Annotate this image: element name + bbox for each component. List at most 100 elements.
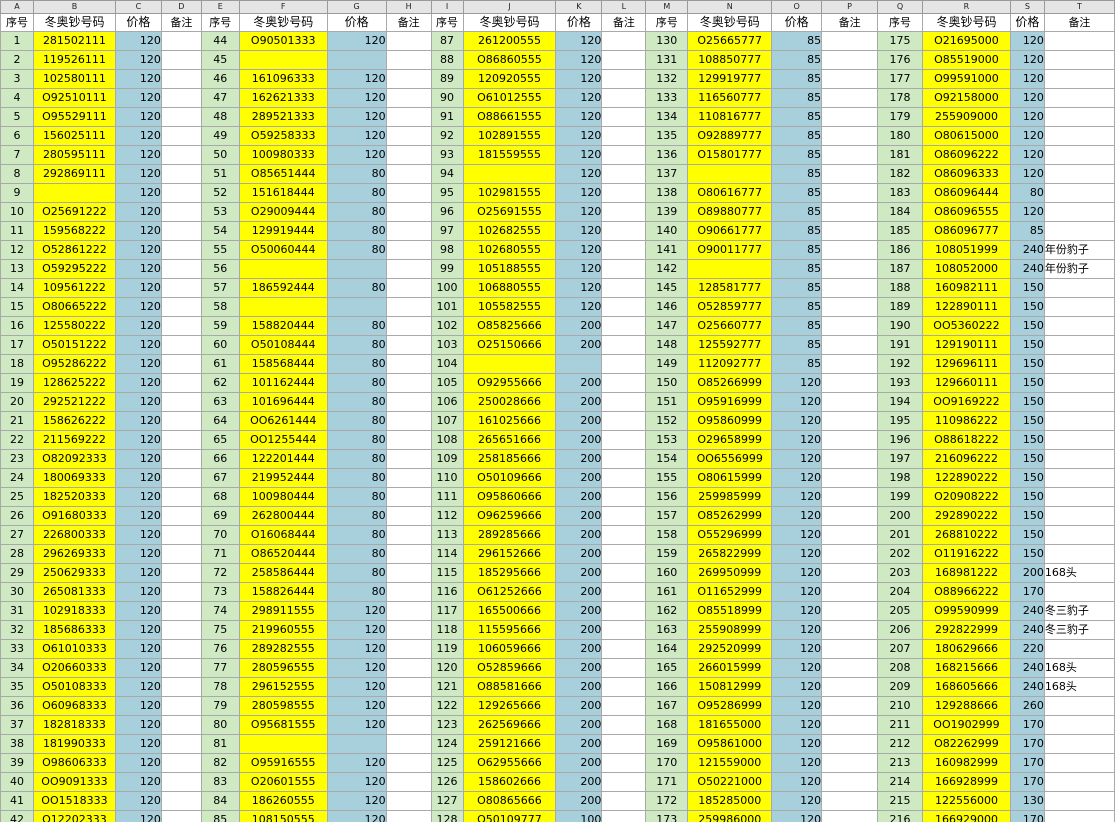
- serial-cell[interactable]: 151: [645, 392, 689, 412]
- serial-cell[interactable]: 76: [200, 639, 240, 659]
- banknote-number-cell[interactable]: 261200555: [462, 31, 557, 51]
- serial-cell[interactable]: 12: [0, 240, 34, 260]
- price-cell[interactable]: 120: [555, 107, 603, 127]
- serial-cell[interactable]: 110: [430, 468, 464, 488]
- banknote-number-cell[interactable]: 168215666: [921, 658, 1011, 678]
- serial-cell[interactable]: 141: [645, 240, 689, 260]
- banknote-number-cell[interactable]: 101696444: [238, 392, 328, 412]
- serial-cell[interactable]: 190: [877, 316, 923, 336]
- serial-cell[interactable]: 197: [877, 449, 923, 469]
- price-cell[interactable]: 150: [1009, 430, 1045, 450]
- price-cell[interactable]: 120: [114, 620, 162, 640]
- column-header[interactable]: 价格: [1009, 13, 1045, 32]
- serial-cell[interactable]: 2: [0, 50, 34, 70]
- note-cell[interactable]: [821, 202, 879, 222]
- banknote-number-cell[interactable]: 185295666: [462, 563, 557, 583]
- price-cell[interactable]: 80: [326, 354, 387, 374]
- note-cell[interactable]: [385, 145, 432, 165]
- price-cell[interactable]: 120: [326, 715, 387, 735]
- banknote-number-cell[interactable]: O92158000: [921, 88, 1011, 108]
- column-header[interactable]: 冬奥钞号码: [687, 13, 773, 32]
- note-cell[interactable]: [821, 696, 879, 716]
- serial-cell[interactable]: 61: [200, 354, 240, 374]
- column-letter[interactable]: L: [601, 0, 647, 14]
- column-letter[interactable]: H: [385, 0, 432, 14]
- price-cell[interactable]: 80: [326, 411, 387, 431]
- serial-cell[interactable]: 154: [645, 449, 689, 469]
- serial-cell[interactable]: 24: [0, 468, 34, 488]
- price-cell[interactable]: 200: [555, 487, 603, 507]
- note-cell[interactable]: [385, 335, 432, 355]
- note-cell[interactable]: [385, 449, 432, 469]
- banknote-number-cell[interactable]: 280595111: [32, 145, 116, 165]
- banknote-number-cell[interactable]: [462, 164, 557, 184]
- note-cell[interactable]: [601, 145, 647, 165]
- serial-cell[interactable]: 63: [200, 392, 240, 412]
- serial-cell[interactable]: 89: [430, 69, 464, 89]
- price-cell[interactable]: 120: [114, 183, 162, 203]
- note-cell[interactable]: [1043, 145, 1115, 165]
- banknote-number-cell[interactable]: O16068444: [238, 525, 328, 545]
- note-cell[interactable]: [1043, 791, 1115, 811]
- serial-cell[interactable]: 39: [0, 753, 34, 773]
- note-cell[interactable]: [160, 715, 202, 735]
- price-cell[interactable]: 220: [1009, 639, 1045, 659]
- price-cell[interactable]: 85: [771, 88, 823, 108]
- note-cell[interactable]: [601, 544, 647, 564]
- serial-cell[interactable]: 93: [430, 145, 464, 165]
- serial-cell[interactable]: 42: [0, 810, 34, 822]
- serial-cell[interactable]: 58: [200, 297, 240, 317]
- price-cell[interactable]: 85: [771, 259, 823, 279]
- banknote-number-cell[interactable]: 102981555: [462, 183, 557, 203]
- note-cell[interactable]: [160, 487, 202, 507]
- note-cell[interactable]: [821, 677, 879, 697]
- banknote-number-cell[interactable]: O92889777: [687, 126, 773, 146]
- price-cell[interactable]: 120: [771, 373, 823, 393]
- banknote-number-cell[interactable]: 129288666: [921, 696, 1011, 716]
- serial-cell[interactable]: 47: [200, 88, 240, 108]
- note-cell[interactable]: [1043, 772, 1115, 792]
- column-letter[interactable]: D: [160, 0, 202, 14]
- serial-cell[interactable]: 95: [430, 183, 464, 203]
- banknote-number-cell[interactable]: O11916222: [921, 544, 1011, 564]
- serial-cell[interactable]: 147: [645, 316, 689, 336]
- note-cell[interactable]: [601, 126, 647, 146]
- banknote-number-cell[interactable]: 226800333: [32, 525, 116, 545]
- banknote-number-cell[interactable]: 122890222: [921, 468, 1011, 488]
- column-letter[interactable]: A: [0, 0, 34, 14]
- column-letter[interactable]: C: [114, 0, 162, 14]
- price-cell[interactable]: 120: [1009, 164, 1045, 184]
- serial-cell[interactable]: 164: [645, 639, 689, 659]
- banknote-number-cell[interactable]: 269950999: [687, 563, 773, 583]
- serial-cell[interactable]: 187: [877, 259, 923, 279]
- note-cell[interactable]: [821, 810, 879, 822]
- serial-cell[interactable]: 66: [200, 449, 240, 469]
- banknote-number-cell[interactable]: [238, 259, 328, 279]
- banknote-number-cell[interactable]: O59258333: [238, 126, 328, 146]
- banknote-number-cell[interactable]: O59295222: [32, 259, 116, 279]
- spreadsheet-grid[interactable]: A B C D E F G H I J K L M N O P Q R S T 序号 冬奥钞号码 价格 备注 序号 冬奥钞号码 价格…: [0, 0, 1115, 822]
- serial-cell[interactable]: 74: [200, 601, 240, 621]
- serial-cell[interactable]: 118: [430, 620, 464, 640]
- serial-cell[interactable]: 55: [200, 240, 240, 260]
- note-cell[interactable]: [160, 677, 202, 697]
- banknote-number-cell[interactable]: O20660333: [32, 658, 116, 678]
- serial-cell[interactable]: 167: [645, 696, 689, 716]
- column-header[interactable]: 冬奥钞号码: [238, 13, 328, 32]
- price-cell[interactable]: 200: [555, 563, 603, 583]
- price-cell[interactable]: 120: [114, 126, 162, 146]
- serial-cell[interactable]: 136: [645, 145, 689, 165]
- note-cell[interactable]: [160, 335, 202, 355]
- note-cell[interactable]: [601, 772, 647, 792]
- price-cell[interactable]: 80: [326, 183, 387, 203]
- price-cell[interactable]: 200: [555, 620, 603, 640]
- banknote-number-cell[interactable]: 265081333: [32, 582, 116, 602]
- price-cell[interactable]: 80: [326, 430, 387, 450]
- column-header[interactable]: 序号: [645, 13, 689, 32]
- price-cell[interactable]: 80: [326, 392, 387, 412]
- note-cell[interactable]: [601, 297, 647, 317]
- price-cell[interactable]: 240: [1009, 658, 1045, 678]
- serial-cell[interactable]: 19: [0, 373, 34, 393]
- banknote-number-cell[interactable]: 108052000: [921, 259, 1011, 279]
- price-cell[interactable]: 120: [114, 753, 162, 773]
